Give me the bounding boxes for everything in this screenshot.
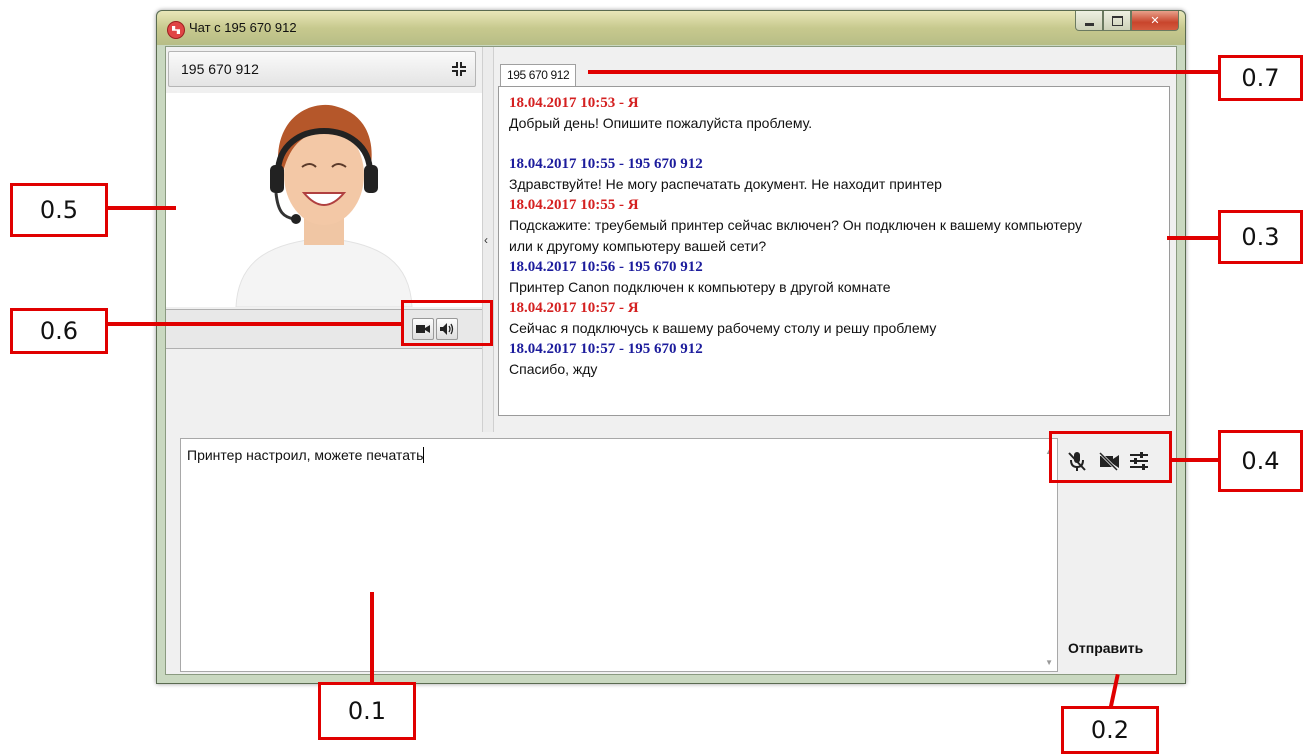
panel-splitter[interactable]: ‹: [482, 47, 494, 432]
annotation-0-4: 0.4: [1218, 430, 1303, 492]
collapse-icon[interactable]: [451, 61, 467, 77]
chat-history: 18.04.2017 10:53 - Я Добрый день! Опишит…: [498, 86, 1170, 416]
annotation-line-05: [108, 206, 176, 210]
send-button[interactable]: Отправить: [1068, 640, 1143, 656]
close-button[interactable]: ✕: [1131, 11, 1179, 31]
minimize-icon: [1084, 22, 1094, 26]
message-input-text[interactable]: Принтер настроил, можете печатать: [187, 447, 425, 463]
message-text: Здравствуйте! Не могу распечатать докуме…: [509, 176, 942, 192]
contact-panel: 195 670 912: [166, 47, 482, 432]
chevron-left-icon[interactable]: ‹: [484, 233, 488, 247]
chat-window: Чат с 195 670 912 ✕ 195 670 912 ‹ 195 67…: [156, 10, 1186, 684]
message-input-value: Принтер настроил, можете печатать: [187, 447, 424, 463]
title-bar[interactable]: Чат с 195 670 912 ✕: [157, 11, 1185, 45]
annotation-0-2: 0.2: [1061, 706, 1159, 754]
message-text: Спасибо, жду: [509, 361, 598, 377]
annotation-line-01: [370, 592, 374, 684]
annotation-line-03: [1167, 236, 1219, 240]
contact-name: 195 670 912: [181, 61, 259, 77]
message-text: Добрый день! Опишите пожалуйста проблему…: [509, 115, 813, 131]
chat-panel: 195 670 912 18.04.2017 10:53 - Я Добрый …: [494, 47, 1176, 432]
annotation-0-7: 0.7: [1218, 55, 1303, 101]
window-title: Чат с 195 670 912: [189, 20, 297, 35]
tab-contact[interactable]: 195 670 912: [500, 64, 577, 86]
message-header: 18.04.2017 10:55 - Я: [509, 197, 639, 213]
window-controls: ✕: [1075, 11, 1179, 31]
message-header: 18.04.2017 10:57 - Я: [509, 300, 639, 316]
message-text: Сейчас я подключусь к вашему рабочему ст…: [509, 320, 937, 336]
annotation-line-04: [1171, 458, 1221, 462]
maximize-button[interactable]: [1103, 11, 1131, 31]
message-text: Подскажите: треубемый принтер сейчас вкл…: [509, 217, 1083, 254]
annotation-line-06: [108, 322, 403, 326]
minimize-button[interactable]: [1075, 11, 1103, 31]
message-header: 18.04.2017 10:56 - 195 670 912: [509, 259, 703, 275]
text-caret: [423, 447, 425, 463]
message-text: Принтер Canon подключен к компьютеру в д…: [509, 279, 891, 295]
message-header: 18.04.2017 10:53 - Я: [509, 95, 639, 111]
message-header: 18.04.2017 10:55 - 195 670 912: [509, 156, 703, 172]
scroll-down-icon[interactable]: ▼: [1045, 658, 1053, 667]
maximize-icon: [1111, 15, 1123, 26]
annotation-line-07: [588, 70, 1220, 74]
message-header: 18.04.2017 10:57 - 195 670 912: [509, 341, 703, 357]
annotation-0-6: 0.6: [10, 308, 108, 354]
annotation-highlight-06: [401, 300, 493, 346]
video-area: [166, 93, 482, 307]
annotation-highlight-04: [1049, 431, 1172, 483]
window-client: 195 670 912 ‹ 195 670 912 18.04.2017 10:…: [165, 46, 1177, 675]
app-icon: [167, 21, 185, 39]
contact-video-image: [235, 104, 413, 307]
annotation-0-1: 0.1: [318, 682, 416, 740]
contact-header: 195 670 912: [168, 51, 476, 87]
close-icon: ✕: [1150, 15, 1160, 27]
message-input[interactable]: Принтер настроил, можете печатать ▲ ▼: [180, 438, 1058, 672]
annotation-0-3: 0.3: [1218, 210, 1303, 264]
annotation-0-5: 0.5: [10, 183, 108, 237]
